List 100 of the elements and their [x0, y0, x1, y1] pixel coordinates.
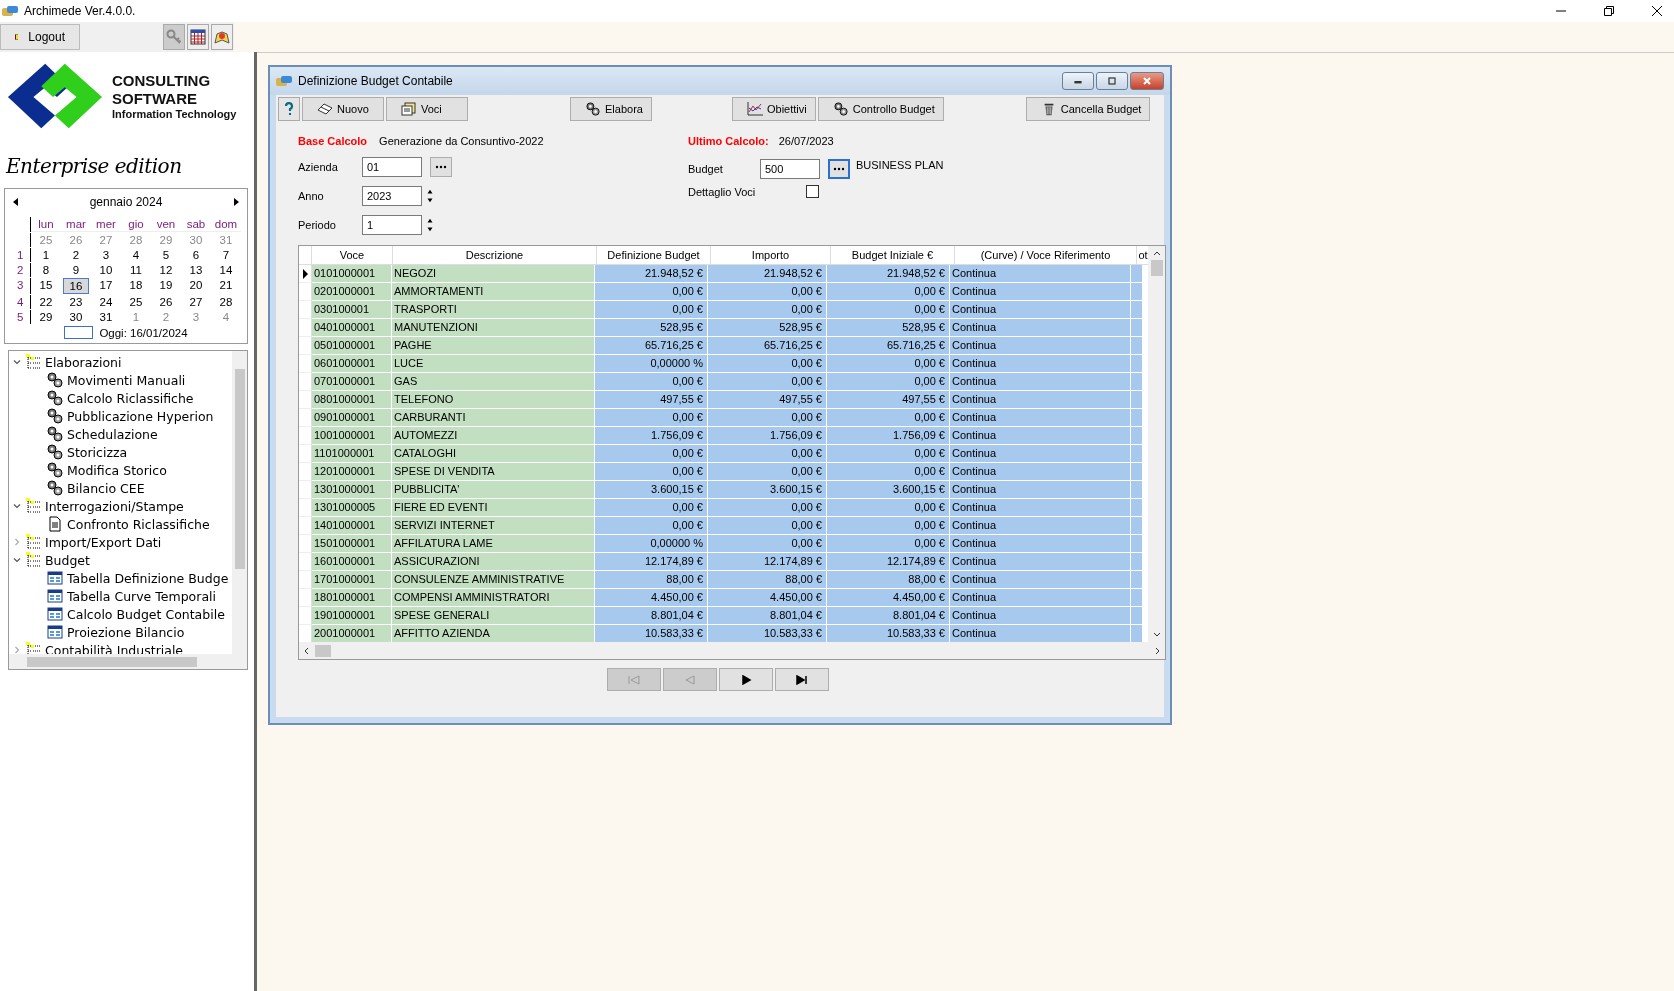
calendar-day[interactable]: 4	[211, 310, 241, 324]
logout-button[interactable]: Logout	[0, 24, 80, 50]
scroll-down-icon[interactable]	[1152, 632, 1161, 638]
tree-item[interactable]: Elaborazioni	[45, 354, 122, 370]
calendar-day[interactable]: 6	[181, 248, 211, 262]
calendar-day[interactable]: 29	[151, 233, 181, 247]
tree-item[interactable]: Movimenti Manuali	[67, 372, 186, 388]
tree-item[interactable]: Storicizza	[67, 444, 128, 460]
help-button[interactable]	[278, 97, 300, 121]
browse-button[interactable]	[828, 159, 850, 179]
expander-icon[interactable]	[13, 358, 21, 366]
vertical-scrollbar[interactable]	[232, 351, 247, 654]
scroll-thumb[interactable]	[234, 369, 245, 569]
dettaglio-checkbox[interactable]	[806, 185, 819, 198]
calendar-day[interactable]: 29	[31, 310, 61, 324]
expander-icon[interactable]	[13, 556, 21, 564]
column-header[interactable]: Importo	[711, 246, 831, 264]
calendar-day[interactable]: 9	[61, 263, 91, 277]
calendar-tool-button[interactable]	[187, 24, 209, 50]
calendar-day[interactable]: 1	[31, 248, 61, 262]
calendar-day[interactable]: 26	[61, 233, 91, 247]
column-header[interactable]: Voce	[312, 246, 393, 264]
browse-button[interactable]	[430, 157, 452, 177]
close-icon[interactable]	[1652, 6, 1662, 16]
calendar-day[interactable]: 2	[151, 310, 181, 324]
horizontal-scrollbar[interactable]	[9, 654, 247, 669]
next-record-button[interactable]	[719, 668, 773, 691]
budget-field[interactable]: 500	[760, 159, 820, 179]
toolbar-button[interactable]: Elabora	[570, 97, 652, 121]
periodo-field[interactable]: 1	[362, 215, 422, 235]
scroll-thumb[interactable]	[27, 656, 197, 667]
vertical-scrollbar[interactable]	[1148, 246, 1165, 642]
tree-item[interactable]: Modifica Storico	[67, 462, 167, 478]
calendar-day[interactable]: 24	[91, 295, 121, 309]
calendar-day[interactable]: 5	[151, 248, 181, 262]
calendar-day[interactable]: 1	[121, 310, 151, 324]
tree-item[interactable]: Proiezione Bilancio	[67, 624, 185, 640]
tree-item[interactable]: Confronto Riclassifiche	[67, 516, 210, 532]
toolbar-button[interactable]: Obiettivi	[732, 97, 816, 121]
calendar-day[interactable]: 26	[151, 295, 181, 309]
calendar-day[interactable]: 23	[61, 295, 91, 309]
calendar-day[interactable]: 30	[181, 233, 211, 247]
calendar-day[interactable]: 3	[91, 248, 121, 262]
calendar-day[interactable]: 31	[211, 233, 241, 247]
help-tool-button[interactable]	[211, 24, 233, 50]
column-header[interactable]: Definizione Budget	[597, 246, 711, 264]
azienda-field[interactable]: 01	[362, 157, 422, 177]
calendar-day[interactable]: 22	[31, 295, 61, 309]
maximize-button[interactable]	[1096, 72, 1128, 90]
calendar-day[interactable]: 18	[121, 278, 151, 294]
scroll-right-icon[interactable]	[1155, 646, 1161, 655]
calendar-day[interactable]: 27	[91, 233, 121, 247]
previous-month-icon[interactable]	[13, 198, 19, 206]
scroll-up-icon[interactable]	[1152, 250, 1161, 256]
next-month-icon[interactable]	[233, 198, 239, 206]
toolbar-button[interactable]: Nuovo	[302, 97, 384, 121]
tree-item[interactable]: Interrogazioni/Stampe	[45, 498, 184, 514]
tree-item[interactable]: Pubblicazione Hyperion	[67, 408, 214, 424]
today-link[interactable]: Oggi: 16/01/2024	[99, 326, 188, 339]
calendar-day[interactable]: 27	[181, 295, 211, 309]
horizontal-scrollbar[interactable]	[299, 642, 1165, 659]
calendar-day[interactable]: 13	[181, 263, 211, 277]
tree-item[interactable]: Calcolo Budget Contabile	[67, 606, 225, 622]
scroll-thumb[interactable]	[315, 644, 331, 657]
calendar-day[interactable]: 21	[211, 278, 241, 294]
scroll-thumb[interactable]	[1150, 260, 1163, 276]
tree-item[interactable]: Contabilità Industriale	[45, 642, 184, 654]
tree-item[interactable]: Tabella Definizione Budge	[67, 570, 229, 586]
toolbar-button[interactable]: Controllo Budget	[817, 97, 944, 121]
calendar-day[interactable]: 16	[63, 278, 89, 294]
calendar-day[interactable]: 30	[61, 310, 91, 324]
last-record-button[interactable]	[775, 668, 829, 691]
calendar-day[interactable]: 4	[121, 248, 151, 262]
calendar-day[interactable]: 11	[121, 263, 151, 277]
calendar-day[interactable]: 28	[121, 233, 151, 247]
calendar-day[interactable]: 14	[211, 263, 241, 277]
column-header[interactable]: Descrizione	[393, 246, 597, 264]
restore-icon[interactable]	[1604, 6, 1614, 16]
scroll-left-icon[interactable]	[303, 646, 309, 655]
calendar-day[interactable]: 2	[61, 248, 91, 262]
minimize-button[interactable]	[1062, 72, 1094, 90]
calendar-day[interactable]: 20	[181, 278, 211, 294]
calendar-day[interactable]: 8	[31, 263, 61, 277]
calendar-day[interactable]: 12	[151, 263, 181, 277]
column-header[interactable]: (Curve) / Voce Riferimento	[955, 246, 1137, 264]
calendar-day[interactable]: 25	[31, 233, 61, 247]
tree-item[interactable]: Bilancio CEE	[67, 480, 145, 496]
toolbar-button[interactable]: Cancella Budget	[1025, 97, 1151, 121]
calendar-day[interactable]: 3	[181, 310, 211, 324]
toolbar-button[interactable]: Voci	[386, 97, 468, 121]
calendar-day[interactable]: 17	[91, 278, 121, 294]
tree-item[interactable]: Budget	[45, 552, 90, 568]
expander-icon[interactable]	[13, 502, 21, 510]
calendar-day[interactable]: 15	[31, 278, 61, 294]
calendar-day[interactable]: 19	[151, 278, 181, 294]
calendar-day[interactable]: 25	[121, 295, 151, 309]
calendar-day[interactable]: 28	[211, 295, 241, 309]
calendar-day[interactable]: 31	[91, 310, 121, 324]
column-header[interactable]: Budget Iniziale €	[831, 246, 955, 264]
close-button[interactable]	[1130, 72, 1164, 90]
